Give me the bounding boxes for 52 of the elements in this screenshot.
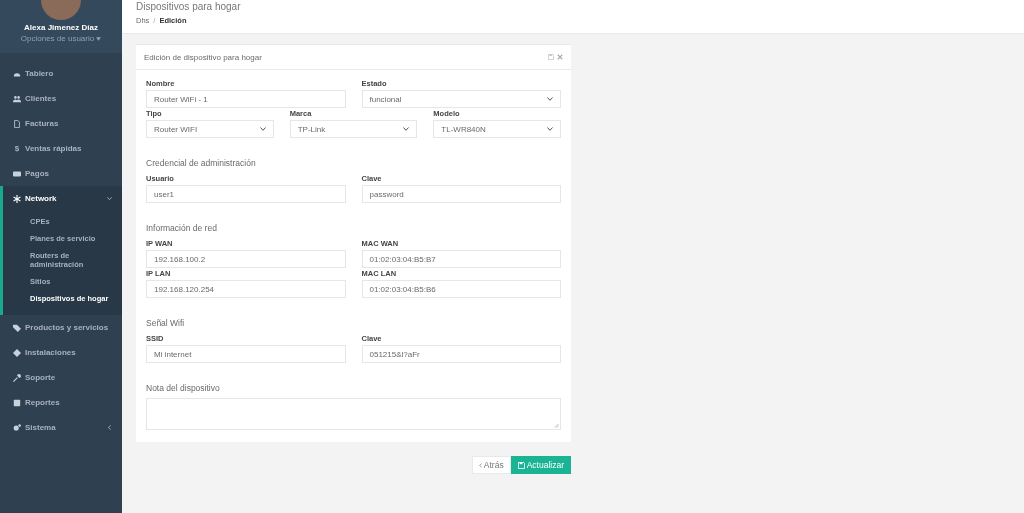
avatar-placeholder <box>41 0 81 20</box>
nav-item[interactable]: Sistema <box>0 415 122 440</box>
select-field[interactable]: TL-WR840N <box>433 120 561 138</box>
chevron-down-icon <box>259 127 266 131</box>
chevron-down-icon <box>547 127 553 131</box>
text-field[interactable]: Mi internet <box>146 345 346 363</box>
section-heading: Información de red <box>146 223 218 233</box>
nav-item[interactable]: Network <box>3 186 122 211</box>
nav-item[interactable]: Facturas <box>0 111 122 136</box>
select-field[interactable]: funcional <box>361 90 561 108</box>
select-field[interactable]: TP-Link <box>289 120 418 138</box>
section-heading: Nota del dispositivo <box>146 383 221 393</box>
nav-item[interactable]: Clientes <box>0 86 122 111</box>
save-icon[interactable] <box>548 54 554 60</box>
text-field[interactable]: user1 <box>146 185 346 203</box>
resize-grip-icon <box>554 423 559 428</box>
text-field[interactable]: 01:02:03:04:B5:B6 <box>361 280 561 298</box>
nav-item[interactable]: Instalaciones <box>0 340 122 365</box>
text-field[interactable]: Router WiFi - 1 <box>146 90 346 108</box>
text-field[interactable]: password <box>361 185 561 203</box>
text-field[interactable]: 192.168.120.254 <box>146 280 346 298</box>
nav-item[interactable]: $ Ventas rápidas <box>0 136 122 161</box>
section-heading: Señal Wifi <box>146 318 186 328</box>
user-options-link[interactable]: Opciones de usuario <box>20 34 102 43</box>
wrench-icon <box>13 373 21 382</box>
page-title: Dispositivos para hogar <box>136 1 242 12</box>
chevron-down-icon <box>547 97 553 101</box>
file-icon <box>13 119 21 128</box>
chevron-left-icon <box>478 462 482 468</box>
nav-item[interactable]: Pagos <box>0 161 122 186</box>
diamond-icon <box>13 348 21 357</box>
nav-item[interactable]: Reportes <box>0 390 122 415</box>
caret-icon <box>96 36 102 41</box>
text-field[interactable]: 192.168.100.2 <box>146 250 346 268</box>
text-field[interactable]: 01:02:03:04:B5:B7 <box>361 250 561 268</box>
user-name: Alexa Jimenez Díaz <box>24 23 98 32</box>
users-icon <box>13 94 21 103</box>
note-textarea[interactable] <box>146 398 561 430</box>
nav-item[interactable]: Tablero <box>0 61 122 86</box>
save-icon <box>517 461 525 469</box>
select-field[interactable]: Router WIFI <box>146 120 274 138</box>
section-heading: Credencial de administración <box>146 158 257 168</box>
tag-icon <box>13 323 21 332</box>
card-title: Edición de dispositivo para hogar <box>144 52 262 62</box>
nav-item[interactable]: Productos y servicios <box>0 315 122 340</box>
nav-item[interactable]: Soporte <box>0 365 122 390</box>
back-button[interactable]: Atrás <box>471 456 511 474</box>
chevron-down-icon <box>403 127 410 131</box>
snowflake-icon <box>13 194 21 203</box>
text-field[interactable]: 051215&l?aFr <box>361 345 561 363</box>
close-icon[interactable] <box>557 54 563 60</box>
card-icon <box>13 169 21 178</box>
